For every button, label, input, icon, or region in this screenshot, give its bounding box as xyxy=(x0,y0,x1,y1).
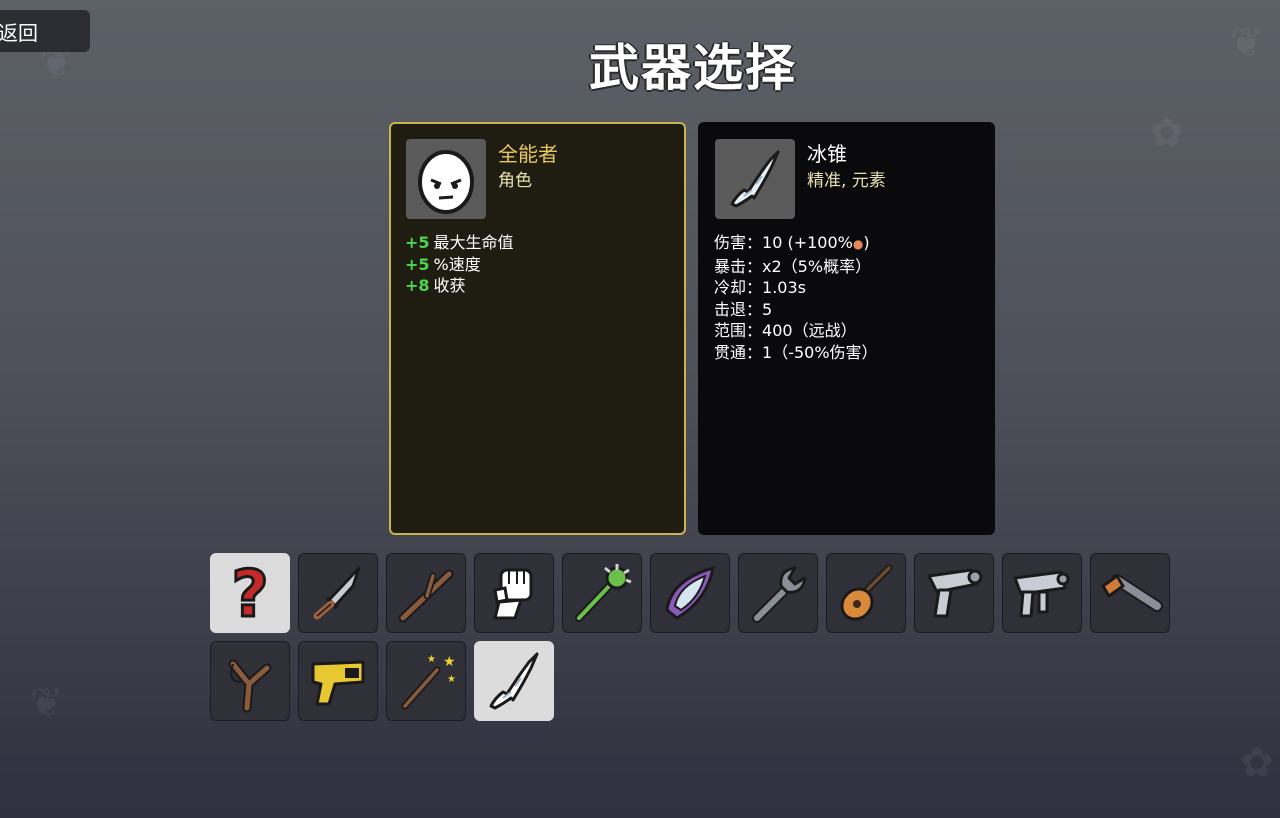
svg-text:★: ★ xyxy=(443,654,456,670)
background-sprout-icon: ❦ xyxy=(30,680,64,726)
weapon-slot-smg[interactable] xyxy=(1002,553,1082,633)
character-portrait xyxy=(406,139,486,219)
svg-text:★: ★ xyxy=(447,674,456,685)
icicle-icon xyxy=(730,150,780,208)
weapon-slot-lute[interactable] xyxy=(826,553,906,633)
weapon-slot-stick[interactable] xyxy=(386,553,466,633)
icicle-icon xyxy=(489,652,539,710)
fist-icon xyxy=(493,568,533,620)
character-stats: +5 最大生命值 +5 %速度 +8 收获 xyxy=(405,232,514,297)
weapon-slot-double-barrel[interactable] xyxy=(1090,553,1170,633)
stat-row: 伤害：10 (+100%●) xyxy=(714,233,870,252)
weapon-slot-knife[interactable] xyxy=(298,553,378,633)
page-title: 武器选择 xyxy=(589,39,797,97)
weapon-slot-wrench[interactable] xyxy=(738,553,818,633)
knife-icon xyxy=(313,566,361,620)
stat-row: +5 %速度 xyxy=(405,254,481,274)
weapon-stats: 伤害：10 (+100%●) 暴击：x2（5%概率） 冷却：1.03s 击退：5… xyxy=(714,232,878,363)
spiked-club-icon xyxy=(575,564,632,622)
stat-row: +8 收获 xyxy=(405,276,466,295)
weapon-slot-random[interactable]: ? xyxy=(210,553,290,633)
weapon-portrait xyxy=(715,139,795,219)
weapon-slot-crystal-shard[interactable] xyxy=(650,553,730,633)
crystal-shard-icon xyxy=(665,565,715,620)
weapon-slot-spiked-club[interactable] xyxy=(562,553,642,633)
stat-row: +5 最大生命值 xyxy=(405,233,514,252)
weapon-slot-icicle[interactable] xyxy=(474,641,554,721)
stat-row: 范围：400（远战） xyxy=(714,321,857,340)
wrench-icon xyxy=(752,566,807,623)
background-sprout-icon: ✿ xyxy=(1150,110,1184,156)
weapon-panel: 冰锥 精准, 元素 伤害：10 (+100%●) 暴击：x2（5%概率） 冷却：… xyxy=(698,122,995,535)
raygun-icon xyxy=(927,568,983,618)
weapon-slot-raygun[interactable] xyxy=(914,553,994,633)
random-question-icon: ? xyxy=(230,560,270,626)
svg-text:★: ★ xyxy=(427,654,436,665)
stat-row: 冷却：1.03s xyxy=(714,278,806,297)
character-type: 角色 xyxy=(498,171,532,191)
stat-row: 贯通：1（-50%伤害） xyxy=(714,342,878,362)
slingshot-icon xyxy=(228,659,272,713)
egg-face-icon xyxy=(418,150,474,214)
weapon-slot-taser[interactable] xyxy=(298,641,378,721)
weapon-slot-magic-wand[interactable]: ★ ★ ★ xyxy=(386,641,466,721)
stat-row: 暴击：x2（5%概率） xyxy=(714,256,872,276)
stat-row: 击退：5 xyxy=(714,299,773,319)
double-barrel-icon xyxy=(1101,574,1163,612)
taser-icon xyxy=(311,660,365,706)
weapon-slot-slingshot[interactable] xyxy=(210,641,290,721)
weapon-name: 冰锥 xyxy=(807,142,847,166)
svg-text:?: ? xyxy=(231,560,268,626)
background-sprout-icon: ✿ xyxy=(1240,740,1274,786)
magic-wand-icon: ★ ★ ★ xyxy=(401,654,456,710)
lute-icon xyxy=(840,564,893,621)
elemental-icon: ● xyxy=(852,237,864,251)
stick-icon xyxy=(398,569,454,623)
smg-icon xyxy=(1013,570,1070,618)
character-panel: 全能者 角色 +5 最大生命值 +5 %速度 +8 收获 xyxy=(389,122,686,535)
weapon-slot-fist[interactable] xyxy=(474,553,554,633)
character-name: 全能者 xyxy=(498,142,558,166)
weapon-tags: 精准, 元素 xyxy=(807,171,886,191)
